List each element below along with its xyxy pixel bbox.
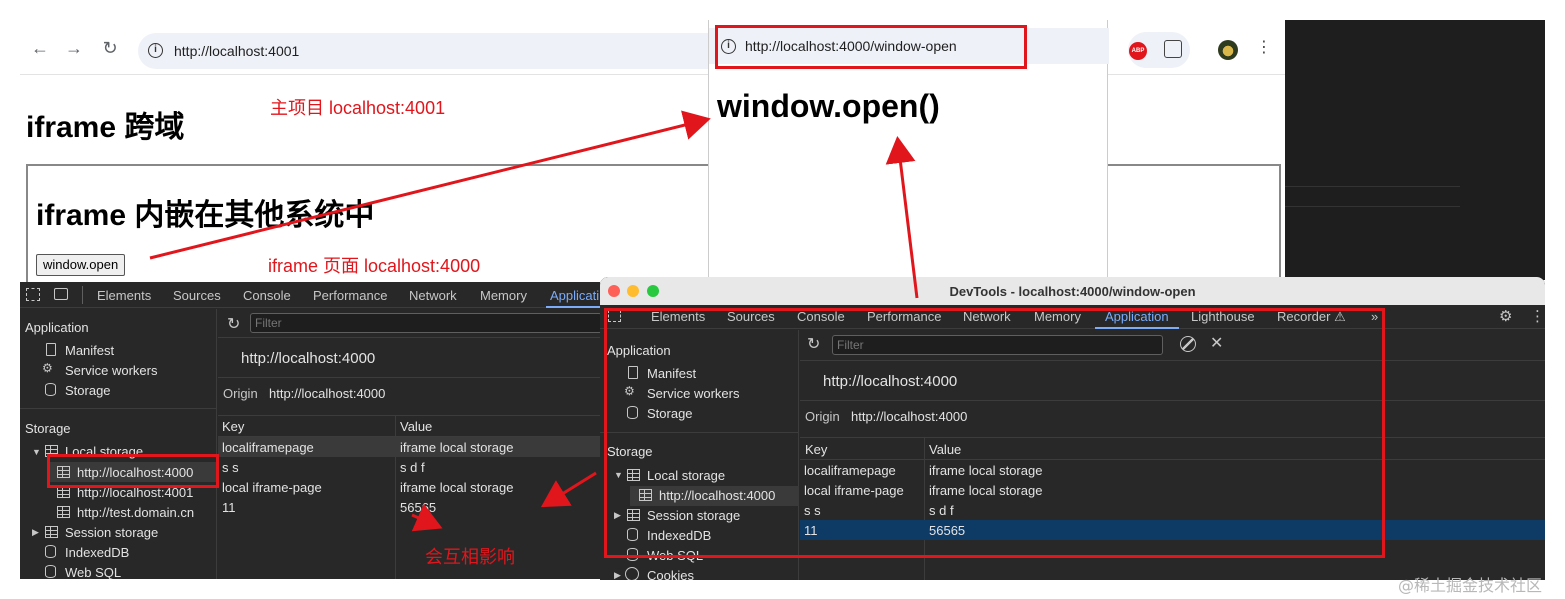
manifest-icon	[46, 343, 56, 356]
tab-console[interactable]: Console	[243, 288, 291, 303]
inspect-element-icon[interactable]	[26, 288, 40, 301]
back-icon[interactable]: ←	[30, 38, 50, 58]
browser-menu-icon[interactable]: ⋮	[1256, 38, 1272, 58]
window-open-button[interactable]: window.open	[36, 254, 126, 276]
adblock-plus-icon[interactable]: ABP	[1129, 42, 1147, 60]
sidebar-item-storage[interactable]: Storage	[65, 383, 111, 398]
tab-memory[interactable]: Memory	[480, 288, 527, 303]
annotation-box-popup-url	[715, 25, 1027, 69]
annotation-box-left-origin	[47, 454, 219, 488]
row-key: 11	[222, 500, 236, 515]
column-header-value[interactable]: Value	[400, 419, 432, 434]
tab-network[interactable]: Network	[409, 288, 457, 303]
tab-elements[interactable]: Elements	[97, 288, 151, 303]
origin-value: http://localhost:4000	[269, 386, 386, 401]
storage-icon	[45, 383, 56, 396]
tab-performance[interactable]: Performance	[313, 288, 387, 303]
sidebar-item-origin-test-domain[interactable]: http://test.domain.cn	[77, 505, 194, 520]
sidebar-item-websql[interactable]: Web SQL	[65, 565, 121, 579]
row-value: s d f	[400, 460, 425, 475]
site-info-icon[interactable]: i	[148, 43, 163, 58]
popup-heading: window.open()	[717, 88, 940, 124]
sidebar-item-service-workers[interactable]: Service workers	[65, 363, 157, 378]
devtools-menu-icon[interactable]: ⋮	[1530, 307, 1545, 325]
tab-sources[interactable]: Sources	[173, 288, 221, 303]
watermark: @稀土掘金技术社区	[1398, 576, 1543, 595]
forward-icon[interactable]: →	[64, 38, 84, 58]
sidebar-section-storage: Storage	[25, 421, 71, 436]
devtools-main: Elements Sources Console Performance Net…	[20, 282, 600, 579]
tab-application[interactable]: Applicati	[550, 288, 599, 303]
background-dark-window	[1285, 20, 1545, 280]
storage-panel: ↻ http://localhost:4000 Origin http://lo…	[218, 309, 600, 579]
expand-cookies-icon[interactable]: ▶	[614, 570, 621, 580]
expand-session-storage-icon[interactable]: ▶	[32, 527, 39, 538]
row-key: s s	[222, 460, 239, 475]
profile-avatar-icon[interactable]	[1218, 40, 1238, 60]
session-storage-icon	[45, 526, 58, 538]
sidebar-item-session-storage[interactable]: Session storage	[65, 525, 158, 540]
annotation-iframe-page: iframe 页面 localhost:4000	[268, 256, 481, 276]
row-value: 56565	[400, 500, 437, 515]
annotation-main-project: 主项目 localhost:4001	[270, 98, 446, 118]
cookies-icon	[625, 567, 639, 580]
column-header-key[interactable]: Key	[222, 419, 244, 434]
sidebar-item-manifest[interactable]: Manifest	[65, 343, 114, 358]
refresh-icon[interactable]: ↻	[227, 314, 240, 334]
iframe-title: iframe 内嵌在其他系统中	[36, 199, 375, 232]
device-toggle-icon[interactable]	[54, 288, 68, 300]
extensions-puzzle-icon[interactable]	[1164, 40, 1182, 58]
settings-gear-icon[interactable]: ⚙	[1499, 307, 1512, 325]
websql-icon	[45, 565, 56, 578]
devtools-sidebar: Application Manifest ⚙ Service workers S…	[20, 309, 217, 579]
expand-local-storage-icon[interactable]: ▼	[32, 447, 41, 457]
reload-icon[interactable]: ↻	[100, 38, 120, 58]
service-workers-icon: ⚙	[42, 361, 53, 375]
row-key: local iframe-page	[222, 480, 322, 495]
sidebar-section-application: Application	[25, 320, 89, 335]
sidebar-item-cookies[interactable]: Cookies	[647, 568, 694, 580]
filter-input[interactable]	[250, 313, 600, 333]
devtools-window-titlebar: DevTools - localhost:4000/window-open	[600, 277, 1545, 305]
devtools-window-title: DevTools - localhost:4000/window-open	[949, 284, 1196, 299]
row-value: iframe local storage	[400, 480, 514, 495]
annotation-box-popup-devtools	[604, 308, 1385, 558]
origin-table-icon	[57, 506, 70, 518]
origin-heading: http://localhost:4000	[241, 350, 376, 367]
origin-label: Origin	[223, 386, 258, 401]
sidebar-item-indexeddb[interactable]: IndexedDB	[65, 545, 129, 560]
indexeddb-icon	[45, 545, 56, 558]
row-key: localiframepage	[222, 440, 314, 455]
row-value: iframe local storage	[400, 440, 514, 455]
address-url: http://localhost:4001	[174, 43, 300, 59]
page-title: iframe 跨域	[26, 111, 185, 144]
annotation-affect-each-other: 会互相影响	[425, 547, 515, 568]
devtools-tab-bar: Elements Sources Console Performance Net…	[20, 282, 600, 308]
